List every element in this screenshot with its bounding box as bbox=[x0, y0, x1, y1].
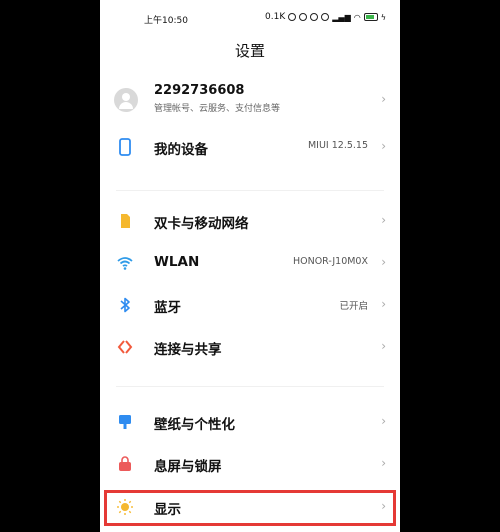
row-label: 双卡与移动网络 bbox=[154, 216, 249, 232]
chevron-right-icon: › bbox=[381, 414, 386, 428]
status-bar: 上午10:50 0.1K ▂▄▆ ◠ ϟ bbox=[100, 0, 400, 38]
wlan-row[interactable]: WLAN HONOR-J10M0X › bbox=[100, 243, 400, 283]
chevron-right-icon: › bbox=[381, 139, 386, 153]
connection-share-row[interactable]: 连接与共享 › bbox=[100, 327, 400, 367]
chevron-right-icon: › bbox=[381, 456, 386, 470]
row-value: HONOR-J10M0X bbox=[292, 256, 368, 267]
row-label: WLAN bbox=[154, 254, 200, 270]
settings-screen: 上午10:50 0.1K ▂▄▆ ◠ ϟ 设置 2292736608 管理帐号、… bbox=[100, 0, 400, 532]
chevron-right-icon: › bbox=[381, 297, 386, 311]
row-value: MIUI 12.5.15 bbox=[307, 140, 368, 151]
row-label: 壁纸与个性化 bbox=[154, 417, 235, 433]
row-value: 已开启 bbox=[339, 301, 368, 312]
row-label: 我的设备 bbox=[154, 142, 208, 158]
row-label: 蓝牙 bbox=[154, 300, 181, 316]
section-divider bbox=[116, 190, 384, 191]
bluetooth-icon bbox=[120, 297, 130, 313]
wifi-icon bbox=[117, 257, 133, 270]
highlight-box bbox=[104, 490, 396, 526]
sim-card-icon bbox=[121, 214, 130, 228]
chevron-right-icon: › bbox=[381, 339, 386, 353]
wallpaper-icon bbox=[119, 415, 131, 429]
lock-screen-row[interactable]: 息屏与锁屏 › bbox=[100, 444, 400, 484]
bluetooth-row[interactable]: 蓝牙 已开启 › bbox=[100, 285, 400, 325]
mute-icon bbox=[310, 13, 319, 21]
device-icon bbox=[119, 138, 131, 156]
network-speed: 0.1K bbox=[265, 12, 286, 22]
vibrate-icon bbox=[321, 13, 330, 21]
lock-icon bbox=[119, 456, 131, 471]
account-subtitle: 管理帐号、云服务、支付信息等 bbox=[154, 104, 281, 114]
my-device-row[interactable]: 我的设备 MIUI 12.5.15 › bbox=[100, 127, 400, 167]
row-label: 息屏与锁屏 bbox=[154, 459, 222, 475]
alarm-icon bbox=[299, 13, 308, 21]
status-icons: 0.1K ▂▄▆ ◠ ϟ bbox=[265, 12, 386, 22]
page-title: 设置 bbox=[234, 42, 265, 60]
connection-share-icon bbox=[117, 340, 133, 354]
nfc-icon bbox=[288, 13, 297, 21]
row-label: 连接与共享 bbox=[154, 342, 222, 358]
sim-network-row[interactable]: 双卡与移动网络 › bbox=[100, 201, 400, 241]
chevron-right-icon: › bbox=[381, 213, 386, 227]
signal-icon: ▂▄▆ bbox=[332, 12, 351, 22]
charging-icon: ϟ bbox=[380, 12, 386, 22]
chevron-right-icon: › bbox=[381, 255, 386, 269]
account-row[interactable]: 2292736608 管理帐号、云服务、支付信息等 › bbox=[100, 78, 400, 120]
wifi-status-icon: ◠ bbox=[353, 12, 361, 22]
avatar-icon bbox=[114, 88, 138, 112]
section-divider bbox=[116, 386, 384, 387]
chevron-right-icon: › bbox=[381, 92, 386, 106]
account-id: 2292736608 bbox=[154, 83, 245, 98]
wallpaper-row[interactable]: 壁纸与个性化 › bbox=[100, 402, 400, 442]
status-time: 上午10:50 bbox=[144, 16, 188, 26]
battery-icon bbox=[363, 13, 378, 21]
